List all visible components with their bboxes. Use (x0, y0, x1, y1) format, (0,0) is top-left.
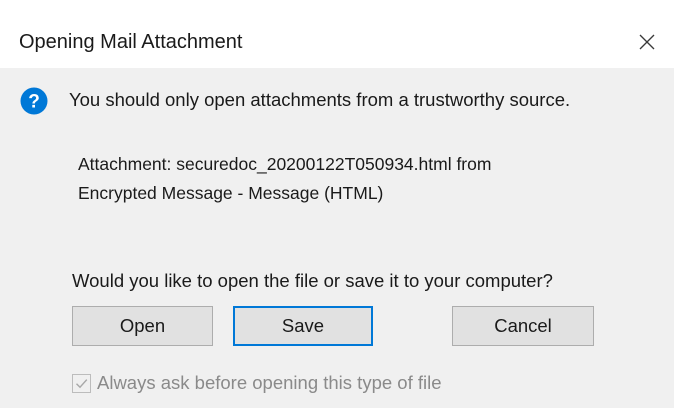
checkmark-icon (76, 378, 88, 388)
open-button[interactable]: Open (72, 306, 213, 346)
always-ask-checkbox (72, 373, 91, 393)
always-ask-label: Always ask before opening this type of f… (97, 372, 442, 393)
title-bar: Opening Mail Attachment (0, 0, 674, 68)
dialog-title: Opening Mail Attachment (19, 31, 243, 53)
close-button[interactable] (631, 26, 663, 58)
attachment-info: Attachment: securedoc_20200122T050934.ht… (78, 150, 491, 208)
close-icon (639, 34, 655, 50)
question-mark-icon: ? (20, 87, 48, 115)
question-text: Would you like to open the file or save … (72, 270, 553, 291)
svg-text:?: ? (28, 92, 40, 113)
save-button[interactable]: Save (233, 306, 373, 346)
warning-text: You should only open attachments from a … (69, 89, 571, 110)
always-ask-option: Always ask before opening this type of f… (72, 370, 442, 396)
attachment-line-2: Encrypted Message - Message (HTML) (78, 183, 384, 203)
attachment-line-1: Attachment: securedoc_20200122T050934.ht… (78, 154, 492, 174)
cancel-button[interactable]: Cancel (452, 306, 594, 346)
opening-mail-attachment-dialog: Opening Mail Attachment ? You should onl… (0, 0, 674, 408)
